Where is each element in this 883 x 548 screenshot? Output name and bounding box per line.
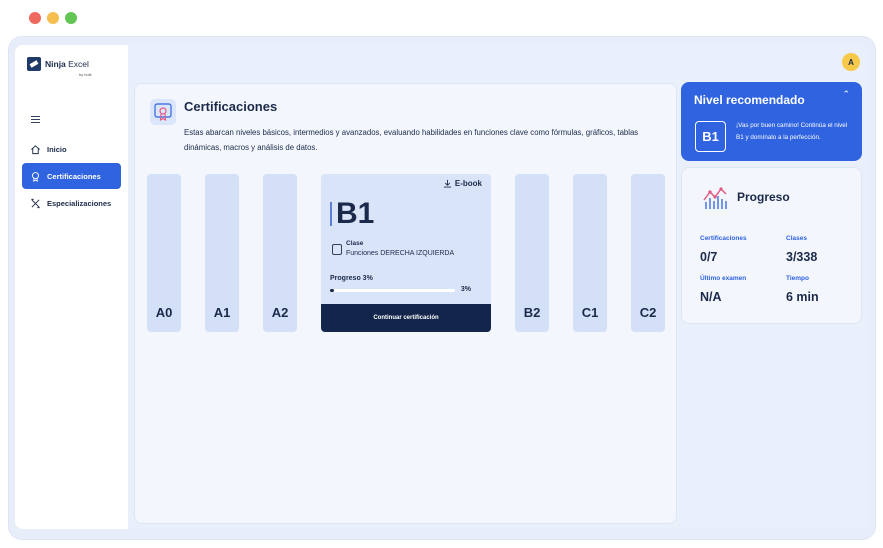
current-level: B1 bbox=[336, 197, 375, 230]
tools-icon bbox=[31, 198, 40, 208]
progress-value: 3% bbox=[460, 286, 471, 293]
maximize-dot[interactable] bbox=[65, 12, 77, 24]
level-label: C2 bbox=[639, 305, 657, 320]
stat-label-clases: Clases bbox=[786, 235, 807, 242]
level-column-c2[interactable]: C2 bbox=[631, 174, 665, 332]
hamburger-menu-icon[interactable] bbox=[31, 116, 40, 125]
ebook-label: E-book bbox=[454, 179, 482, 188]
stat-value-ultimo-examen: N/A bbox=[700, 290, 722, 304]
level-column-a1[interactable]: A1 bbox=[205, 174, 239, 332]
stat-label-tiempo: Tiempo bbox=[786, 275, 809, 282]
page-description: Estas abarcan niveles básicos, intermedi… bbox=[184, 128, 639, 152]
recommended-text: ¡Vas por buen camino! Continúa el nivel … bbox=[736, 122, 848, 141]
recommended-level-badge: B1 bbox=[695, 121, 726, 152]
level-accent-bar bbox=[330, 202, 332, 226]
level-label: B2 bbox=[523, 305, 541, 320]
progress-chart-icon bbox=[703, 187, 727, 209]
stat-label-ultimo-examen: Último examen bbox=[700, 275, 747, 282]
ebook-link[interactable]: E-book bbox=[443, 179, 482, 188]
stat-value-tiempo: 6 min bbox=[786, 290, 819, 304]
sidebar-item-label: Especializaciones bbox=[47, 198, 112, 208]
level-label: A2 bbox=[271, 305, 289, 320]
chevron-up-icon[interactable]: ⌃ bbox=[842, 89, 850, 100]
continue-certification-button[interactable]: Continuar certificación bbox=[321, 304, 491, 332]
window-controls bbox=[29, 12, 77, 24]
brand-sub: by bulk bbox=[79, 72, 92, 77]
level-column-a0[interactable]: A0 bbox=[147, 174, 181, 332]
class-label: Clase bbox=[346, 240, 364, 247]
progress-title: Progreso bbox=[737, 190, 790, 204]
stat-label-certificaciones: Certificaciones bbox=[700, 235, 747, 242]
level-column-c1[interactable]: C1 bbox=[573, 174, 607, 332]
level-label: C1 bbox=[581, 305, 599, 320]
recommended-title: Nivel recomendado bbox=[694, 93, 805, 107]
sidebar-item-inicio[interactable]: Inicio bbox=[22, 136, 121, 162]
level-column-b2[interactable]: B2 bbox=[515, 174, 549, 332]
certifications-panel: Certificaciones Estas abarcan niveles bá… bbox=[134, 83, 677, 524]
progress-bar bbox=[330, 289, 455, 292]
progress-fill bbox=[330, 289, 334, 292]
home-icon bbox=[31, 144, 40, 154]
minimize-dot[interactable] bbox=[47, 12, 59, 24]
stat-value-certificaciones: 0/7 bbox=[700, 250, 718, 264]
download-icon bbox=[443, 179, 451, 188]
current-level-card: E-book B1 Clase Funciones DERECHA IZQUIE… bbox=[321, 174, 491, 332]
brand-name: Ninja Excel bbox=[45, 59, 89, 69]
progress-label: Progreso 3% bbox=[330, 275, 373, 282]
class-icon bbox=[332, 244, 342, 255]
certificate-badge-icon bbox=[150, 99, 176, 125]
ninja-logo-icon bbox=[27, 57, 41, 71]
page-title: Certificaciones bbox=[184, 99, 278, 114]
sidebar-item-especializaciones[interactable]: Especializaciones bbox=[22, 190, 121, 216]
close-dot[interactable] bbox=[29, 12, 41, 24]
progress-card: Progreso Certificaciones 0/7 Clases 3/33… bbox=[681, 167, 862, 324]
stat-value-clases: 3/338 bbox=[786, 250, 818, 264]
sidebar-item-label: Inicio bbox=[47, 144, 67, 154]
sidebar: Ninja Excel by bulk Inicio Certificacion… bbox=[15, 45, 128, 529]
avatar[interactable]: A bbox=[842, 53, 860, 71]
level-label: A0 bbox=[155, 305, 173, 320]
level-column-a2[interactable]: A2 bbox=[263, 174, 297, 332]
sidebar-item-label: Certificaciones bbox=[47, 171, 101, 181]
recommended-level-card: Nivel recomendado ⌃ B1 ¡Vas por buen cam… bbox=[681, 82, 862, 161]
brand-logo[interactable]: Ninja Excel bbox=[27, 57, 89, 71]
level-label: A1 bbox=[213, 305, 231, 320]
certificate-icon bbox=[32, 171, 39, 182]
class-value: Funciones DERECHA IZQUIERDA bbox=[346, 250, 455, 257]
app-window: Ninja Excel by bulk Inicio Certificacion… bbox=[15, 45, 868, 529]
sidebar-item-certificaciones[interactable]: Certificaciones bbox=[22, 163, 121, 189]
